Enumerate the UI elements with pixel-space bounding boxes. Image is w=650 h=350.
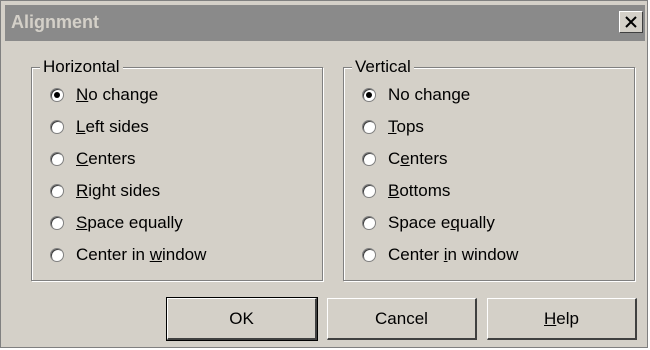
radio-v-center-in-window[interactable]: Center in window [362, 243, 518, 267]
radio-label: Left sides [76, 117, 149, 136]
radio-label: Space equally [76, 213, 183, 232]
radio-button[interactable] [50, 152, 64, 166]
radio-label: Tops [388, 117, 424, 136]
radio-v-no-change[interactable]: No change [362, 83, 470, 107]
radio-h-space-equally[interactable]: Space equally [50, 211, 183, 235]
radio-label: No change [388, 85, 471, 104]
radio-v-space-equally[interactable]: Space equally [362, 211, 495, 235]
radio-h-left-sides[interactable]: Left sides [50, 115, 149, 139]
alignment-dialog: Alignment Horizontal No change Left side… [0, 0, 648, 348]
radio-button[interactable] [362, 216, 376, 230]
radio-button[interactable] [50, 248, 64, 262]
radio-label: Right sides [76, 181, 161, 200]
radio-button[interactable] [362, 152, 376, 166]
radio-button[interactable] [50, 120, 64, 134]
radio-label: Centers [76, 149, 136, 168]
radio-selected-dot [366, 92, 372, 98]
radio-label: Centers [388, 149, 448, 168]
radio-v-centers[interactable]: Centers [362, 147, 448, 171]
cancel-button[interactable]: Cancel [327, 298, 477, 340]
radio-h-center-in-window[interactable]: Center in window [50, 243, 206, 267]
radio-v-bottoms[interactable]: Bottoms [362, 179, 450, 203]
vertical-group-label: Vertical [352, 57, 414, 77]
close-icon [625, 16, 637, 28]
radio-button[interactable] [50, 88, 64, 102]
radio-button[interactable] [362, 248, 376, 262]
vertical-group: Vertical No change Tops Centers Bottoms … [343, 57, 635, 281]
radio-button[interactable] [50, 216, 64, 230]
horizontal-group: Horizontal No change Left sides Centers … [31, 57, 323, 281]
radio-button[interactable] [362, 120, 376, 134]
radio-label: Center in window [76, 245, 207, 264]
radio-selected-dot [54, 92, 60, 98]
radio-v-tops[interactable]: Tops [362, 115, 424, 139]
ok-button[interactable]: OK [166, 297, 318, 341]
radio-label: No change [76, 85, 159, 104]
horizontal-group-label: Horizontal [40, 57, 123, 77]
radio-label: Center in window [388, 245, 519, 264]
radio-h-right-sides[interactable]: Right sides [50, 179, 160, 203]
radio-button[interactable] [362, 184, 376, 198]
window-title: Alignment [11, 12, 99, 32]
help-button-label: Help [544, 308, 579, 328]
radio-label: Space equally [388, 213, 495, 232]
close-button[interactable] [619, 11, 643, 33]
title-bar: Alignment [5, 5, 645, 41]
radio-button[interactable] [50, 184, 64, 198]
radio-h-centers[interactable]: Centers [50, 147, 136, 171]
radio-label: Bottoms [388, 181, 451, 200]
radio-h-no-change[interactable]: No change [50, 83, 158, 107]
radio-button[interactable] [362, 88, 376, 102]
help-button[interactable]: Help [487, 298, 637, 340]
